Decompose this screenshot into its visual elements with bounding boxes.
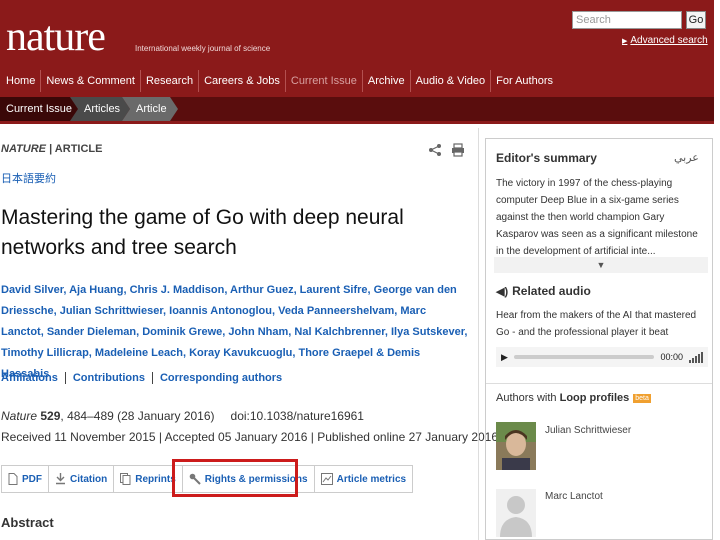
rights-permissions-highlight xyxy=(172,459,298,497)
citation-line: Nature 529, 484–489 (28 January 2016) doi… xyxy=(1,409,364,423)
author-list[interactable]: David Silver, Aja Huang, Chris J. Maddis… xyxy=(1,280,471,385)
corresponding-authors-link[interactable]: Corresponding authors xyxy=(160,372,289,384)
nav-item-careers-jobs[interactable]: Careers & Jobs xyxy=(199,70,286,92)
japanese-summary-link[interactable]: 日本語要約 xyxy=(1,170,56,186)
download-icon xyxy=(56,473,65,485)
breadcrumb-current-issue[interactable]: Current Issue xyxy=(6,97,72,121)
citation-doi: doi:10.1038/nature16961 xyxy=(230,409,364,423)
reprints-label: Reprints xyxy=(135,473,176,485)
citation-volume: 529 xyxy=(40,409,61,423)
loop-heading-prefix: Authors with xyxy=(496,392,557,404)
affiliations-link[interactable]: Affiliations xyxy=(1,372,66,384)
journal-name: NATURE xyxy=(1,143,47,155)
nav-item-audio-video[interactable]: Audio & Video xyxy=(411,70,492,92)
citation-button[interactable]: Citation xyxy=(48,465,114,493)
editors-summary-heading: Editor's summary xyxy=(496,151,597,165)
loop-heading-bold: Loop profiles xyxy=(559,392,630,404)
nav-item-archive[interactable]: Archive xyxy=(363,70,411,92)
chevron-down-icon: ▼ xyxy=(596,260,606,270)
author-info-links: Affiliations Contributions Corresponding… xyxy=(1,372,296,384)
avatar[interactable] xyxy=(496,422,536,470)
tagline: International weekly journal of science xyxy=(135,44,271,53)
column-divider xyxy=(478,128,479,540)
advanced-search-link[interactable]: ▶ Advanced search xyxy=(622,35,708,46)
sidebar-divider xyxy=(486,383,712,384)
abstract-heading: Abstract xyxy=(1,515,54,530)
related-audio-description[interactable]: Hear from the makers of the AI that mast… xyxy=(496,307,708,341)
search-go-button[interactable]: Go xyxy=(686,11,706,29)
search-input[interactable]: Search xyxy=(572,11,682,29)
advanced-search-label: Advanced search xyxy=(630,35,708,46)
contributions-link[interactable]: Contributions xyxy=(73,372,153,384)
document-icon xyxy=(8,473,18,485)
article-metrics-button[interactable]: Article metrics xyxy=(313,465,414,493)
nav-item-for-authors[interactable]: For Authors xyxy=(491,70,558,92)
breadcrumb-article: Article xyxy=(136,103,167,115)
beta-badge: beta xyxy=(633,393,651,403)
nav-item-home[interactable]: Home xyxy=(0,70,42,92)
triangle-right-icon: ▶ xyxy=(622,38,628,45)
article-title: Mastering the game of Go with deep neura… xyxy=(1,206,404,259)
related-audio-heading: ◀) Related audio xyxy=(496,284,591,298)
print-icon[interactable] xyxy=(451,143,465,157)
breadcrumb-articles[interactable]: Articles xyxy=(84,97,120,121)
profile-name-schrittwieser[interactable]: Julian Schrittwieser xyxy=(545,425,631,436)
loop-profiles-heading: Authors with Loop profiles beta xyxy=(496,392,651,404)
volume-icon[interactable] xyxy=(689,351,703,363)
related-audio-label: Related audio xyxy=(512,284,591,298)
journal-section-label: NATURE | ARTICLE xyxy=(1,143,102,155)
metrics-icon xyxy=(320,473,333,485)
citation-pages: , 484–489 (28 January 2016) xyxy=(60,409,215,423)
article-metrics-label: Article metrics xyxy=(336,473,407,485)
audio-time: 00:00 xyxy=(660,352,683,362)
audio-player: ▶ 00:00 xyxy=(496,347,708,367)
main-nav: Home News & Comment Research Careers & J… xyxy=(0,70,558,92)
avatar-placeholder-icon[interactable] xyxy=(496,489,536,537)
play-icon[interactable]: ▶ xyxy=(501,352,508,363)
speaker-icon: ◀) xyxy=(496,286,509,298)
nature-logo[interactable]: nature xyxy=(6,14,106,60)
publication-dates: Received 11 November 2015 | Accepted 05 … xyxy=(1,430,499,444)
share-icon[interactable] xyxy=(428,143,442,157)
breadcrumb: Current Issue Articles Article xyxy=(0,97,714,121)
sidebar: Editor's summary عربي The victory in 199… xyxy=(485,138,713,540)
nav-item-current-issue[interactable]: Current Issue xyxy=(286,70,363,92)
pdf-label: PDF xyxy=(22,473,42,485)
section-label: | ARTICLE xyxy=(49,143,103,155)
nav-item-news-comment[interactable]: News & Comment xyxy=(41,70,141,92)
reprints-icon xyxy=(120,473,131,485)
audio-progress-track[interactable] xyxy=(513,355,655,359)
nav-item-research[interactable]: Research xyxy=(141,70,200,92)
profile-name-lanctot[interactable]: Marc Lanctot xyxy=(545,491,603,502)
pdf-button[interactable]: PDF xyxy=(1,465,48,493)
citation-label: Citation xyxy=(70,473,108,485)
editors-summary-text: The victory in 1997 of the chess-playing… xyxy=(496,178,698,257)
citation-journal: Nature xyxy=(1,409,38,423)
expand-summary-button[interactable]: ▼ xyxy=(494,257,708,273)
arabic-link[interactable]: عربي xyxy=(674,151,699,164)
